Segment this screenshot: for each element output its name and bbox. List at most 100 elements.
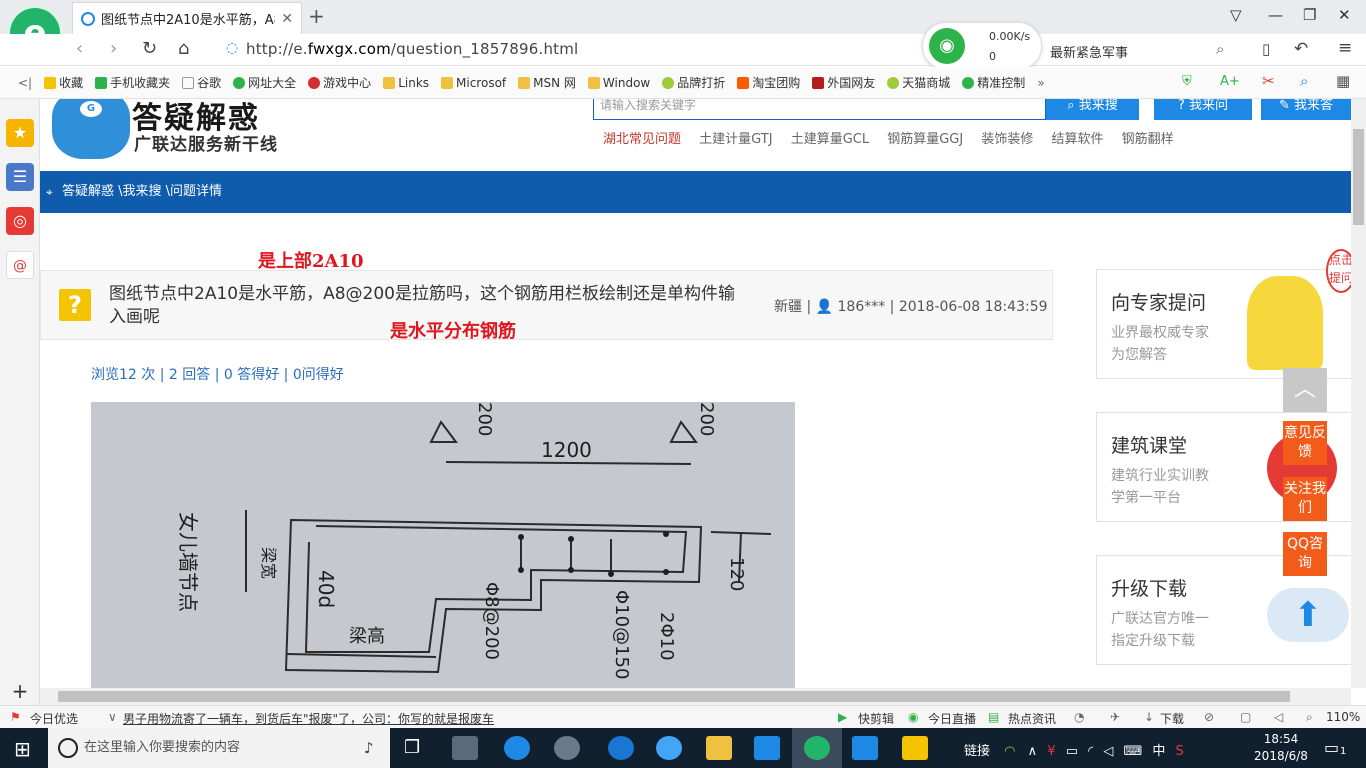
- taskbar-search[interactable]: 在这里输入你要搜索的内容 ♪: [48, 728, 390, 768]
- search-button[interactable]: ⌕ 我来搜: [1046, 99, 1139, 120]
- restore-icon[interactable]: ❐: [1303, 6, 1316, 24]
- menu-icon[interactable]: ≡: [1338, 38, 1352, 58]
- click-ask-hint[interactable]: 点击提问: [1326, 249, 1351, 293]
- chevron-down-icon[interactable]: ∨: [108, 710, 117, 724]
- bookmark-item[interactable]: 天猫商城: [887, 74, 950, 91]
- mail-icon[interactable]: @: [6, 251, 34, 279]
- ie-edge-icon[interactable]: [504, 736, 530, 760]
- wifi-tray-icon[interactable]: ◜: [1088, 744, 1093, 759]
- notification-icon[interactable]: ▭: [1324, 738, 1339, 757]
- bookmark-item[interactable]: 外国网友: [812, 74, 875, 91]
- search-input[interactable]: 请输入搜索关键字: [593, 99, 1046, 120]
- bookmark-item[interactable]: Links: [383, 76, 429, 90]
- window-icon[interactable]: ▢: [1240, 710, 1251, 724]
- refresh-icon[interactable]: ↻: [142, 38, 157, 59]
- notes-app-icon[interactable]: [902, 736, 928, 760]
- back-icon[interactable]: ‹: [76, 38, 83, 59]
- ask-button[interactable]: ? 我来问: [1154, 99, 1252, 120]
- bookmark-item[interactable]: 收藏: [44, 74, 83, 91]
- today-pick[interactable]: 今日优选: [30, 710, 78, 727]
- grid-icon[interactable]: ▦: [1336, 72, 1350, 90]
- bookmark-item[interactable]: Microsof: [441, 76, 506, 90]
- volume-icon[interactable]: ◁: [1274, 710, 1283, 724]
- weibo-icon[interactable]: ◎: [6, 207, 34, 235]
- clock[interactable]: 18:54 2018/6/8: [1252, 731, 1310, 765]
- horizontal-scroll-thumb[interactable]: [58, 691, 1290, 702]
- close-window-icon[interactable]: ✕: [1338, 6, 1351, 24]
- expert-ask-card[interactable]: 向专家提问 业界最权威专家 为您解答: [1096, 269, 1351, 379]
- qq-consult-button[interactable]: QQ咨询: [1283, 532, 1327, 576]
- battery-icon[interactable]: ▭: [1066, 744, 1078, 759]
- home-icon[interactable]: ⌂: [178, 38, 189, 59]
- live[interactable]: 今日直播: [928, 710, 976, 727]
- fan-app-icon[interactable]: [452, 736, 478, 760]
- add-sidebar-icon[interactable]: +: [6, 677, 34, 705]
- bookmark-item[interactable]: 手机收藏夹: [95, 74, 170, 91]
- keyboard-icon[interactable]: ⌨: [1123, 744, 1142, 759]
- new-tab-icon[interactable]: +: [308, 4, 325, 28]
- mobile-icon[interactable]: ▯: [1262, 40, 1270, 58]
- microphone-icon[interactable]: ♪: [364, 728, 374, 768]
- browser-g-icon[interactable]: [554, 736, 580, 760]
- active-browser-task[interactable]: [792, 728, 842, 768]
- url-field[interactable]: http://e.fwxgx.com/question_1857896.html: [246, 40, 578, 58]
- ime-indicator[interactable]: 中: [1152, 744, 1165, 759]
- bookmark-item[interactable]: Window: [587, 76, 650, 90]
- bookmark-item[interactable]: 精准控制: [962, 74, 1025, 91]
- internet-explorer-icon[interactable]: [656, 736, 682, 760]
- pin-icon[interactable]: ✈: [1110, 710, 1120, 724]
- bookmark-item[interactable]: 谷歌: [182, 74, 221, 91]
- vertical-scroll-thumb[interactable]: [1353, 129, 1364, 225]
- hot-search-text[interactable]: 最新紧急军事: [1050, 42, 1128, 61]
- forward-icon[interactable]: ›: [110, 38, 117, 59]
- file-explorer-icon[interactable]: [706, 736, 732, 760]
- hot-link[interactable]: 土建计量GTJ: [699, 132, 772, 147]
- news-ticker[interactable]: 男子用物流寄了一辆车，到货后车"报废"了，公司：你写的就是报废车: [123, 710, 494, 727]
- quick-cut[interactable]: 快剪辑: [858, 710, 894, 727]
- sogou-icon[interactable]: S: [1176, 744, 1184, 759]
- drawing-photo[interactable]: 1200 120 女儿墙节点 梁宽 梁高 40d Φ8@200 Φ10@150 …: [91, 402, 795, 688]
- windows-start-icon[interactable]: ⊞: [14, 737, 31, 761]
- bookmarks-collapse-icon[interactable]: <|: [18, 76, 32, 90]
- undo-icon[interactable]: ↶: [1294, 39, 1308, 59]
- find-icon[interactable]: ⌕: [1300, 72, 1308, 90]
- bookmark-item[interactable]: 游戏中心: [308, 74, 371, 91]
- follow-button[interactable]: 关注我们: [1283, 477, 1327, 521]
- edge-icon[interactable]: [608, 736, 634, 760]
- scissors-icon[interactable]: ✂: [1262, 72, 1275, 90]
- network-widget[interactable]: ◉ 0.00K/s 0: [922, 22, 1042, 70]
- hot-link[interactable]: 土建算量GCL: [791, 132, 869, 147]
- network-tray-icon[interactable]: ◠: [1004, 744, 1015, 759]
- speed-icon[interactable]: ◔: [1074, 710, 1084, 724]
- vertical-scrollbar[interactable]: [1351, 99, 1366, 688]
- bookmark-item[interactable]: 淘宝团购: [737, 74, 800, 91]
- search-icon[interactable]: ⌕: [1216, 40, 1224, 58]
- show-hidden-icon[interactable]: ∧: [1028, 744, 1038, 759]
- minimize-icon[interactable]: —: [1268, 6, 1283, 24]
- hot-link[interactable]: 结算软件: [1052, 132, 1104, 147]
- bookmark-item[interactable]: MSN 网: [518, 74, 576, 91]
- remote-app-icon[interactable]: [852, 736, 878, 760]
- glodon-app-icon[interactable]: [754, 736, 780, 760]
- horizontal-scrollbar[interactable]: [40, 688, 1351, 705]
- speaker-icon[interactable]: ◁: [1103, 744, 1113, 759]
- hot-link[interactable]: 钢筋翻样: [1122, 132, 1174, 147]
- tray-link[interactable]: 链接: [964, 744, 990, 759]
- task-view-icon[interactable]: ❐: [404, 737, 420, 758]
- hot-news[interactable]: 热点资讯: [1008, 710, 1056, 727]
- download-label[interactable]: 下载: [1160, 710, 1184, 727]
- browser-tab[interactable]: 图纸节点中2A10是水平筋，A8@ ✕: [72, 2, 302, 34]
- shield-icon[interactable]: ⛨: [1182, 74, 1192, 89]
- feedback-button[interactable]: 意见反馈: [1283, 421, 1327, 465]
- currency-icon[interactable]: ¥: [1047, 744, 1055, 759]
- trash-icon[interactable]: ⊘: [1204, 710, 1214, 724]
- tab-close-icon[interactable]: ✕: [281, 11, 293, 27]
- news-list-icon[interactable]: ☰: [6, 163, 34, 191]
- security-icon[interactable]: ◌: [226, 40, 238, 56]
- back-to-top-icon[interactable]: ︿: [1283, 368, 1327, 412]
- hot-link[interactable]: 装饰装修: [981, 132, 1033, 147]
- breadcrumb-text[interactable]: 答疑解惑 \我来搜 \问题详情: [62, 184, 222, 199]
- bookmark-item[interactable]: 网址大全: [233, 74, 296, 91]
- hot-link[interactable]: 钢筋算量GGJ: [887, 132, 963, 147]
- zoom-level[interactable]: 110%: [1326, 710, 1360, 724]
